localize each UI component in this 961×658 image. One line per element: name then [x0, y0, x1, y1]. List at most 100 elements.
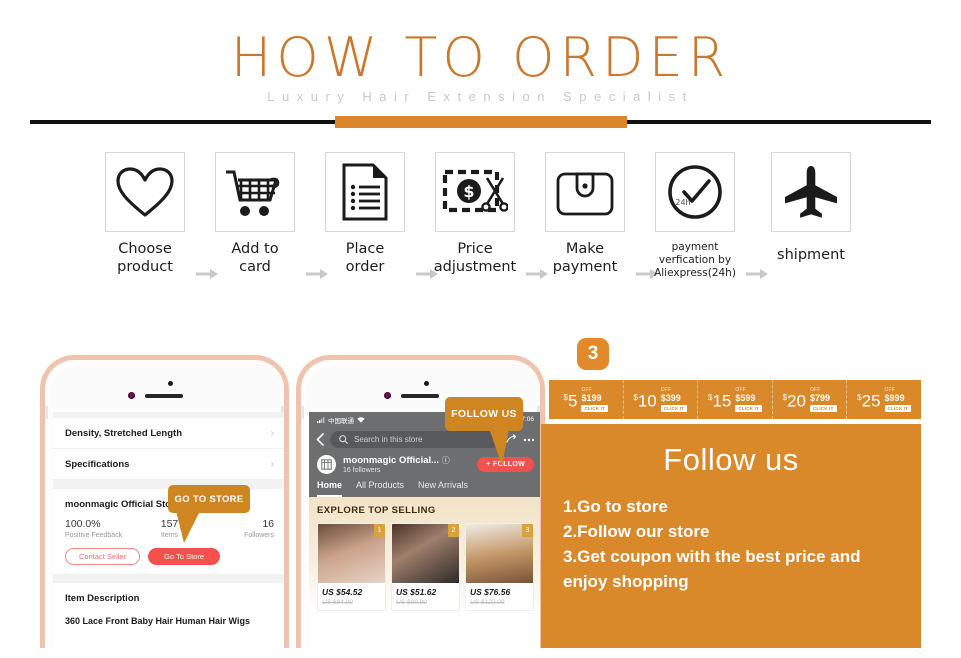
step-caption: Add to card	[207, 240, 303, 276]
step-caption-line1: Choose	[118, 241, 172, 257]
step-icon-box	[105, 152, 185, 232]
chevron-right-icon: ›	[270, 458, 274, 470]
step-caption: Make payment	[537, 240, 633, 276]
store-identity: moonmagic Official... ⓘ 16 followers	[343, 455, 450, 474]
phone-side-button	[301, 406, 304, 419]
rank-badge: 1	[374, 524, 385, 537]
store-actions: Contact Seller Go To Store	[65, 548, 274, 565]
coupon-item[interactable]: $5 OFF $199 CLICK IT	[549, 380, 624, 419]
coupon-details: OFF $399 CLICK IT	[660, 387, 688, 412]
step-make-payment: Make payment	[537, 152, 633, 276]
step-icon-box	[545, 152, 625, 232]
info-circle-icon[interactable]: ⓘ	[442, 456, 450, 465]
coupon-amount: $15	[708, 389, 731, 410]
stat-value: 16	[262, 518, 275, 530]
item-description-heading: Item Description	[65, 593, 140, 604]
phone-side-button	[45, 406, 48, 419]
contact-seller-button[interactable]: Contact Seller	[65, 548, 141, 565]
step-caption-line1: Make	[565, 241, 605, 257]
front-camera-icon	[424, 381, 429, 386]
back-arrow-icon[interactable]	[316, 433, 324, 446]
store-avatar	[317, 455, 336, 474]
coupon-threshold: $799	[809, 393, 830, 403]
tooltip-tail-icon	[489, 428, 509, 466]
list-item-specifications[interactable]: Specifications ›	[53, 449, 284, 480]
stat-label: Positive Feedback	[65, 532, 123, 539]
coupon-cta[interactable]: CLICK IT	[660, 405, 688, 412]
step-icon-box	[325, 152, 405, 232]
coupon-amount-value: 25	[861, 391, 881, 411]
how-to-order-banner: HOW TO ORDER Luxury Hair Extension Speci…	[0, 0, 961, 658]
list-item-label: Density, Stretched Length	[65, 427, 183, 439]
product-price: US $76.56	[470, 587, 511, 597]
product-card[interactable]: 3 US $76.56 US $122.00	[465, 523, 534, 611]
instruction-item: 1.Go to store	[563, 497, 668, 516]
step-payment-verification: 24h payment verfication by Aliexpress(24…	[647, 152, 743, 280]
coupon-cta[interactable]: CLICK IT	[809, 405, 837, 412]
product-card[interactable]: 1 US $54.52 US $84.00	[317, 523, 386, 611]
stat-followers: 16 Followers	[204, 518, 274, 539]
follow-us-panel: Follow us 1.Go to store 2.Follow our sto…	[541, 424, 921, 648]
coupon-threshold: $999	[884, 393, 905, 403]
instruction-item: 3.Get coupon with the best price and	[563, 547, 861, 566]
clock-check-24h-icon: 24h	[668, 165, 722, 219]
product-grid: 1 US $54.52 US $84.00 2 US $51.62 US $89…	[317, 523, 534, 611]
coupon-item[interactable]: $15 OFF $599 CLICK IT	[698, 380, 773, 419]
product-old-price: US $84.00	[322, 599, 353, 606]
coupon-threshold: $399	[660, 393, 681, 403]
header-divider-accent	[335, 116, 627, 128]
price-scissors-icon: $	[442, 169, 508, 213]
list-item-density[interactable]: Density, Stretched Length ›	[53, 418, 284, 449]
step-caption: Place order	[317, 240, 413, 276]
search-placeholder: Search in this store	[354, 435, 423, 444]
store-name: moonmagic Official... ⓘ	[343, 455, 450, 466]
instruction-item: 2.Follow our store	[563, 522, 710, 541]
coupon-cta[interactable]: CLICK IT	[581, 405, 609, 412]
tab-all-products[interactable]: All Products	[356, 480, 404, 497]
go-to-store-button[interactable]: Go To Store	[148, 548, 220, 565]
stat-positive-feedback: 100.0% Positive Feedback	[65, 518, 135, 539]
airplane-icon	[785, 166, 837, 218]
coupon-item[interactable]: $20 OFF $799 CLICK IT	[773, 380, 848, 419]
coupon-amount-value: 20	[787, 391, 806, 411]
carrier-label: 中国联通	[328, 417, 354, 425]
product-image: 3	[466, 524, 533, 583]
phone-bezel	[50, 365, 284, 411]
store-tabs: Home All Products New Arrivals	[309, 474, 540, 497]
svg-text:$: $	[463, 182, 474, 201]
follow-us-instructions: 1.Go to store 2.Follow our store 3.Get c…	[563, 494, 899, 594]
product-old-price: US $122.00	[470, 599, 505, 606]
explore-top-selling-section: EXPLORE TOP SELLING 1 US $54.52 US $84.0…	[309, 497, 540, 611]
item-description-section: Item Description 360 Lace Front Baby Hai…	[53, 583, 284, 628]
item-description-text: 360 Lace Front Baby Hair Human Hair Wigs	[65, 616, 250, 626]
search-input[interactable]: Search in this store	[330, 431, 500, 448]
step-caption-line2: adjustment	[433, 259, 517, 275]
product-card[interactable]: 2 US $51.62 US $89.00	[391, 523, 460, 611]
more-options-icon[interactable]	[523, 438, 535, 442]
coupon-item[interactable]: $25 OFF $999 CLICK IT	[847, 380, 921, 419]
step-icon-box: 24h	[655, 152, 735, 232]
step-place-order: Place order	[317, 152, 413, 276]
coupon-amount: $20	[783, 389, 806, 410]
step-icon-box	[771, 152, 851, 232]
product-price: US $54.52	[322, 587, 363, 597]
coupon-amount-value: 5	[567, 391, 578, 411]
step-choose-product: Choose product	[97, 152, 193, 276]
coupon-cta[interactable]: CLICK IT	[735, 405, 762, 412]
coupon-cta[interactable]: CLICK IT	[884, 405, 912, 412]
store-logo-icon	[321, 459, 332, 470]
step-caption-line2: card	[239, 259, 271, 275]
coupon-details: OFF $799 CLICK IT	[809, 387, 837, 412]
tab-home[interactable]: Home	[317, 480, 343, 497]
coupon-item[interactable]: $10 OFF $399 CLICK IT	[624, 380, 699, 419]
step-caption-line1: shipment	[777, 247, 845, 263]
step-caption-line2: verfication by	[658, 254, 732, 266]
coupon-threshold: $599	[735, 393, 756, 403]
clock-24h-label: 24h	[675, 198, 690, 207]
step-add-to-cart: Add to card	[207, 152, 303, 276]
step-caption-line2: payment	[552, 259, 618, 275]
proximity-sensor-icon	[384, 392, 391, 399]
coupon-amount: $25	[857, 389, 880, 410]
tab-new-arrivals[interactable]: New Arrivals	[418, 480, 468, 497]
step-caption: Choose product	[97, 240, 193, 276]
